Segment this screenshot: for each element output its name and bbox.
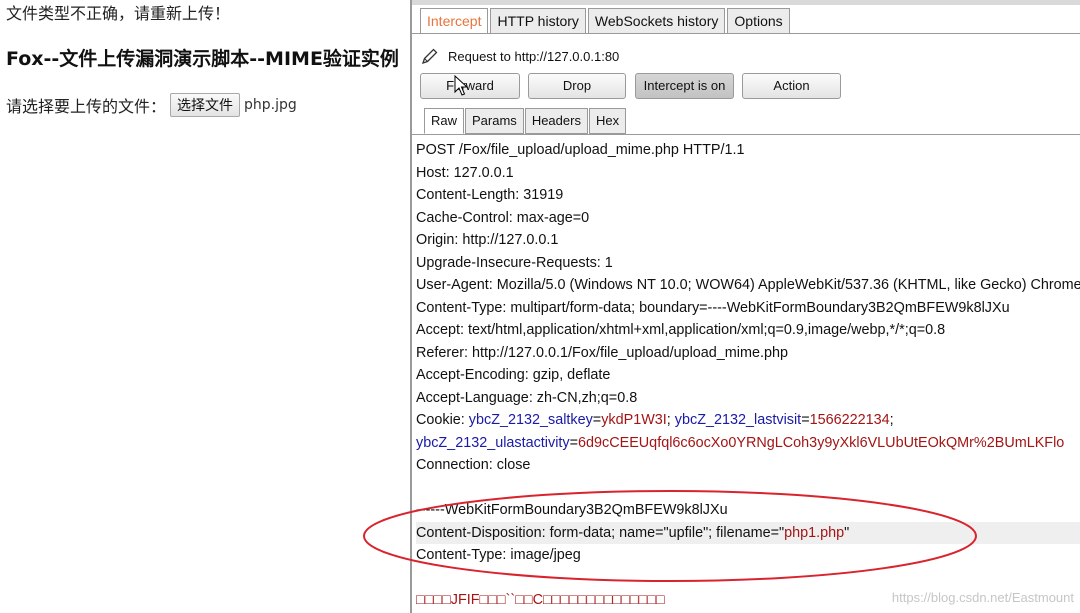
content-disposition: Content-Disposition: form-data; name="up… bbox=[416, 521, 1080, 544]
header-cookie: Cookie: ybcZ_2132_saltkey=ykdP1W3I; ybcZ… bbox=[416, 412, 894, 428]
request-line: POST /Fox/file_upload/upload_mime.php HT… bbox=[416, 142, 745, 158]
header-user-agent: User-Agent: Mozilla/5.0 (Windows NT 10.0… bbox=[416, 277, 1080, 293]
part-content-type: Content-Type: image/jpeg bbox=[416, 547, 581, 563]
request-target: Request to http://127.0.0.1:80 bbox=[448, 48, 620, 64]
watermark: https://blog.csdn.net/Eastmount bbox=[891, 590, 1074, 605]
multipart-boundary: ------WebKitFormBoundary3B2QmBFEW9k8lJXu bbox=[416, 502, 728, 518]
subtabs-divider bbox=[412, 134, 1080, 135]
upload-label: 请选择要上传的文件： bbox=[6, 97, 167, 116]
message-view-tabs: Raw Params Headers Hex bbox=[424, 108, 627, 134]
tab-intercept[interactable]: Intercept bbox=[420, 8, 489, 34]
browser-page: 文件类型不正确，请重新上传！ Fox--文件上传漏洞演示脚本--MIME验证实例… bbox=[0, 0, 412, 613]
header-accept-language: Accept-Language: zh-CN,zh;q=0.8 bbox=[416, 389, 638, 406]
header-referer: Referer: http://127.0.0.1/Fox/file_uploa… bbox=[416, 344, 788, 361]
cookie-key: ybcZ_2132_ulastactivity bbox=[416, 434, 570, 451]
subtab-hex[interactable]: Hex bbox=[588, 108, 627, 134]
burp-proxy-panel: Intercept HTTP history WebSockets histor… bbox=[410, 0, 1080, 613]
cookie-label: Cookie: bbox=[416, 412, 469, 428]
action-button[interactable]: Action bbox=[742, 73, 841, 99]
cookie-value: 1566222134 bbox=[809, 412, 890, 428]
tab-websockets-history[interactable]: WebSockets history bbox=[587, 8, 726, 34]
disposition-prefix: Content-Disposition: form-data; name="up… bbox=[416, 524, 785, 541]
header-accept: Accept: text/html,application/xhtml+xml,… bbox=[416, 322, 946, 338]
drop-button[interactable]: Drop bbox=[528, 73, 626, 99]
choose-file-button[interactable]: 选择文件 bbox=[170, 93, 241, 117]
mouse-cursor-icon bbox=[454, 75, 468, 96]
cookie-value: ykdP1W3I bbox=[601, 412, 667, 428]
top-strip bbox=[412, 0, 1080, 5]
header-content-type: Content-Type: multipart/form-data; bound… bbox=[416, 299, 1010, 316]
cookie-value: 6d9cCEEUqfql6c6ocXo0YRNgLCoh3y9yXkl6VLUb… bbox=[578, 434, 1065, 451]
pencil-icon[interactable] bbox=[420, 46, 440, 66]
header-host: Host: 127.0.0.1 bbox=[416, 164, 514, 181]
subtab-params[interactable]: Params bbox=[465, 108, 524, 134]
upload-filename: php1.php bbox=[784, 524, 845, 541]
intercept-toggle-button[interactable]: Intercept is on bbox=[635, 73, 734, 99]
subtab-raw[interactable]: Raw bbox=[424, 108, 465, 134]
header-connection: Connection: close bbox=[416, 457, 531, 473]
cookie-key: ybcZ_2132_lastvisit bbox=[674, 412, 802, 428]
selected-file-name: php.jpg bbox=[244, 97, 297, 113]
request-target-row: Request to http://127.0.0.1:80 bbox=[420, 46, 619, 66]
forward-button[interactable]: Forward bbox=[420, 73, 520, 99]
header-content-length: Content-Length: 31919 bbox=[416, 187, 564, 203]
disposition-suffix: " bbox=[844, 524, 850, 541]
upload-row: 请选择要上传的文件： 选择文件 php.jpg bbox=[6, 93, 297, 117]
cookie-key: ybcZ_2132_saltkey bbox=[468, 412, 593, 428]
header-accept-encoding: Accept-Encoding: gzip, deflate bbox=[416, 367, 611, 383]
page-heading: Fox--文件上传漏洞演示脚本--MIME验证实例 bbox=[6, 48, 399, 70]
proxy-tabs: Intercept HTTP history WebSockets histor… bbox=[420, 8, 792, 34]
tabs-divider bbox=[412, 33, 1080, 34]
tab-http-history[interactable]: HTTP history bbox=[490, 8, 586, 34]
header-origin: Origin: http://127.0.0.1 bbox=[416, 232, 559, 248]
tab-options[interactable]: Options bbox=[727, 8, 790, 34]
header-cache-control: Cache-Control: max-age=0 bbox=[416, 209, 590, 226]
subtab-headers[interactable]: Headers bbox=[524, 108, 588, 134]
error-message: 文件类型不正确，请重新上传！ bbox=[6, 4, 231, 23]
header-cookie-cont: ybcZ_2132_ulastactivity=6d9cCEEUqfql6c6o… bbox=[416, 434, 1065, 451]
raw-request-editor[interactable]: POST /Fox/file_upload/upload_mime.php HT… bbox=[416, 139, 1080, 613]
header-upgrade-insecure: Upgrade-Insecure-Requests: 1 bbox=[416, 254, 613, 271]
